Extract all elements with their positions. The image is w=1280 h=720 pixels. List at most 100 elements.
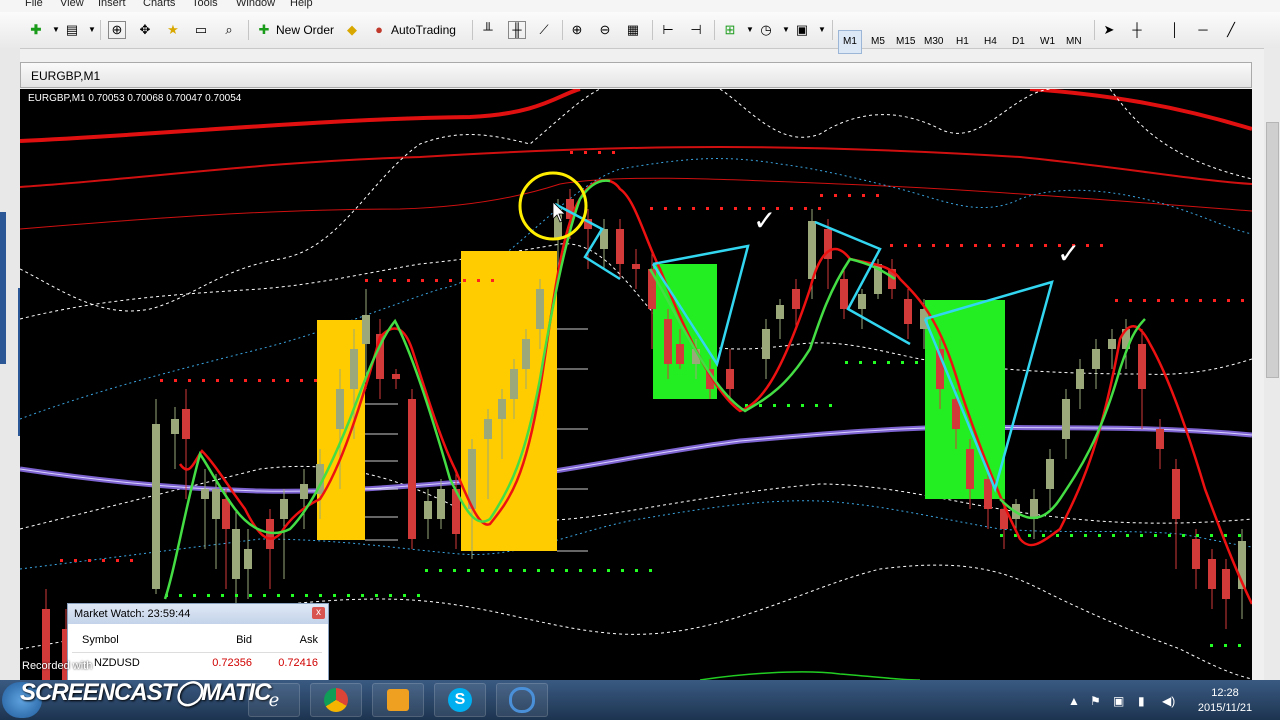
timeframe-d1[interactable]: D1 xyxy=(1012,36,1025,47)
sar-dot-red xyxy=(202,379,205,382)
sar-dot-green xyxy=(495,569,498,572)
col-symbol[interactable]: Symbol xyxy=(82,634,119,646)
taskbar-screencast-icon[interactable] xyxy=(496,683,548,717)
autotrading-icon: ● xyxy=(375,22,383,37)
menu-tools[interactable]: Tools xyxy=(192,0,218,9)
sar-dot-red xyxy=(692,207,695,210)
sar-dot-green xyxy=(1028,534,1031,537)
terminal-button[interactable]: ▭ xyxy=(193,19,209,41)
tray-network-icon[interactable]: ▮ xyxy=(1138,694,1145,708)
market-watch-header: Symbol Bid Ask xyxy=(72,634,322,653)
candle-body xyxy=(536,289,544,329)
chart-window-header[interactable]: EURGBP,M1 xyxy=(20,62,1252,88)
timeframe-m30[interactable]: M30 xyxy=(924,36,943,47)
sar-dot-green xyxy=(901,361,904,364)
taskbar-chrome-icon[interactable] xyxy=(310,683,362,717)
scrollbar-thumb[interactable] xyxy=(1266,122,1279,378)
sar-dot-green xyxy=(425,569,428,572)
new-chart-button[interactable]: ✚ ▼ xyxy=(28,19,64,41)
dropdown-arrow-icon: ▼ xyxy=(88,25,96,34)
cursor-button[interactable]: ➤ xyxy=(1101,19,1117,41)
sar-dot-red xyxy=(1185,299,1188,302)
templates-button[interactable]: ▣ ▼ xyxy=(794,19,830,41)
tray-volume-icon[interactable]: ◀) xyxy=(1162,694,1175,708)
col-ask[interactable]: Ask xyxy=(262,634,318,646)
indicators-button[interactable]: ⊞ ▼ xyxy=(722,19,758,41)
tray-device-icon[interactable]: ▣ xyxy=(1113,694,1124,708)
navigator-button[interactable]: ★ xyxy=(165,19,181,41)
ask-cell: 0.72416 xyxy=(278,657,318,669)
candle-body xyxy=(676,344,684,364)
clock-date: 2015/11/21 xyxy=(1197,702,1253,714)
candle-body xyxy=(484,419,492,439)
autoscroll-button[interactable]: ⊣ xyxy=(688,19,704,41)
market-watch-button[interactable]: ⊕ xyxy=(108,19,126,41)
col-bid[interactable]: Bid xyxy=(212,634,252,646)
indicators-icon: ⊞ xyxy=(724,22,736,37)
taskbar-outlook-icon[interactable] xyxy=(372,683,424,717)
vertical-line-button[interactable]: │ xyxy=(1167,19,1183,41)
taskbar-clock[interactable]: 12:28 2015/11/21 xyxy=(1190,686,1260,716)
candle-body xyxy=(437,489,445,519)
candle-body xyxy=(858,294,866,309)
timeframe-h4[interactable]: H4 xyxy=(984,36,997,47)
sar-dot-red xyxy=(477,279,480,282)
tester-button[interactable]: ⌕ xyxy=(221,19,237,41)
sar-dot-red xyxy=(421,279,424,282)
candle-body xyxy=(776,305,784,319)
tile-windows-button[interactable]: ▦ xyxy=(625,19,641,41)
zoom-out-button[interactable]: ⊖ xyxy=(597,19,613,41)
taskbar-skype-icon[interactable]: S xyxy=(434,683,486,717)
table-row[interactable]: NZDUSD 0.72356 0.72416 xyxy=(72,657,322,673)
candle-body xyxy=(984,479,992,509)
timeframe-m15[interactable]: M15 xyxy=(896,36,915,47)
menu-view[interactable]: View xyxy=(60,0,84,9)
sar-dot-red xyxy=(1086,244,1089,247)
candlestick-button[interactable]: ╫ xyxy=(508,19,526,41)
trendline-button[interactable]: ╱ xyxy=(1223,19,1239,41)
sar-dot-green xyxy=(759,404,762,407)
metaeditor-button[interactable]: ◆ xyxy=(344,19,360,41)
horizontal-line-button[interactable]: ─ xyxy=(1195,19,1211,41)
menu-window[interactable]: Window xyxy=(236,0,275,9)
line-chart-button[interactable]: ⟋ xyxy=(536,19,552,41)
recorded-with-label: Recorded with xyxy=(22,660,93,672)
sar-dot-green xyxy=(1154,534,1157,537)
left-panel-tab xyxy=(0,212,6,364)
menu-charts[interactable]: Charts xyxy=(143,0,175,9)
taskbar-ie-icon[interactable]: ℯ xyxy=(248,683,300,717)
data-window-button[interactable]: ✥ xyxy=(137,19,153,41)
chart-shift-button[interactable]: ⊢ xyxy=(660,19,676,41)
sar-dot-red xyxy=(379,279,382,282)
sar-dot-red xyxy=(314,379,317,382)
sar-dot-green xyxy=(1238,644,1241,647)
profiles-button[interactable]: ▤ ▼ xyxy=(64,19,100,41)
timeframe-w1[interactable]: W1 xyxy=(1040,36,1055,47)
timeframe-mn[interactable]: MN xyxy=(1066,36,1082,47)
tray-expand-icon[interactable]: ▲ xyxy=(1068,694,1080,708)
sar-dot-red xyxy=(904,244,907,247)
sar-dot-red xyxy=(720,207,723,210)
close-icon[interactable]: x xyxy=(312,607,325,619)
zoom-in-button[interactable]: ⊕ xyxy=(569,19,585,41)
tray-flag-icon[interactable]: ⚑ xyxy=(1090,694,1101,708)
sar-dot-red xyxy=(974,244,977,247)
market-watch-titlebar[interactable]: Market Watch: 23:59:44 x xyxy=(68,604,328,624)
candle-body xyxy=(1172,469,1180,519)
sar-dot-red xyxy=(1157,299,1160,302)
menu-file[interactable]: File xyxy=(25,0,43,9)
autotrading-button[interactable]: ● AutoTrading xyxy=(371,19,456,41)
periods-button[interactable]: ◷ ▼ xyxy=(758,19,794,41)
price-chart[interactable]: EURGBP,M1 0.70053 0.70068 0.70047 0.7005… xyxy=(20,89,1252,680)
new-order-button[interactable]: ✚ New Order xyxy=(256,19,334,41)
timeframe-h1[interactable]: H1 xyxy=(956,36,969,47)
sar-dot-green xyxy=(375,594,378,597)
sar-dot-green xyxy=(1000,534,1003,537)
timeframe-m1[interactable]: M1 xyxy=(843,36,857,47)
sar-dot-green xyxy=(845,361,848,364)
timeframe-m5[interactable]: M5 xyxy=(871,36,885,47)
crosshair-button[interactable]: ┼ xyxy=(1129,19,1145,41)
menu-help[interactable]: Help xyxy=(290,0,313,9)
menu-insert[interactable]: Insert xyxy=(98,0,126,9)
bar-chart-button[interactable]: ╨ xyxy=(480,19,496,41)
